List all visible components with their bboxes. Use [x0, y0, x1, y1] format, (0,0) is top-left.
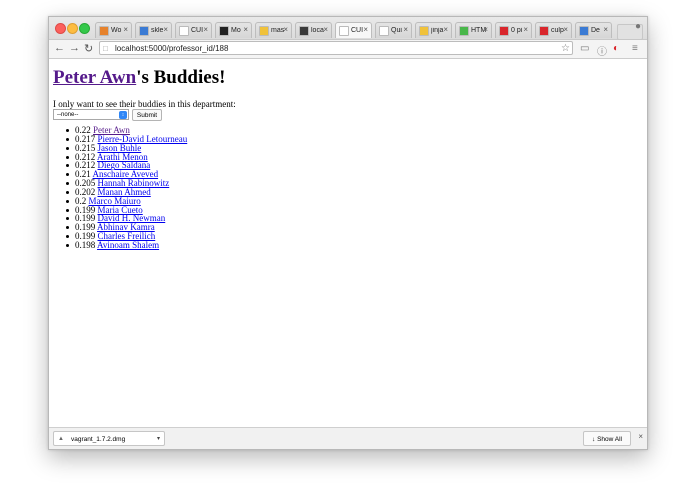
- select-arrows-icon: ↕: [119, 111, 127, 119]
- close-window-button[interactable]: [55, 23, 66, 34]
- browser-tab[interactable]: Wo ×: [95, 22, 132, 38]
- tab-close-icon[interactable]: ×: [563, 25, 568, 34]
- star-icon[interactable]: ☆: [561, 43, 570, 54]
- title-suffix: 's Buddies!: [136, 67, 226, 88]
- tab-favicon-icon: [579, 25, 589, 36]
- tab-close-icon[interactable]: ×: [163, 25, 168, 34]
- tab-favicon-icon: [99, 25, 109, 36]
- tab-favicon-icon: [219, 25, 229, 36]
- browser-tab[interactable]: loca ×: [295, 22, 332, 38]
- browser-tab[interactable]: 0 pi ×: [495, 22, 532, 38]
- forward-arrow-icon[interactable]: →: [69, 42, 80, 54]
- page-icon: □: [103, 44, 108, 53]
- tab-close-icon[interactable]: ×: [603, 25, 608, 34]
- browser-tab[interactable]: mas ×: [255, 22, 292, 38]
- tab-close-icon[interactable]: ×: [123, 25, 128, 34]
- tab-favicon-icon: [339, 25, 349, 36]
- tab-favicon-icon: [419, 25, 429, 36]
- tab-favicon-icon: [379, 25, 389, 36]
- tab-close-icon[interactable]: ×: [443, 25, 448, 34]
- url-text: localhost:5000/professor_id/188: [115, 44, 229, 53]
- browser-tab[interactable]: CUI ×: [175, 22, 212, 38]
- extension-icon[interactable]: ◐: [613, 43, 619, 54]
- tab-favicon-icon: [259, 25, 269, 36]
- browser-tab[interactable]: jinja ×: [415, 22, 452, 38]
- show-all-button[interactable]: ↓ Show All: [583, 431, 631, 446]
- browser-tab[interactable]: Mo ×: [215, 22, 252, 38]
- browser-window: Wo × skle × CUI × Mo × mas × loca × CUI × Qui × jinja × HT…: [48, 16, 648, 450]
- browser-tab[interactable]: Qui ×: [375, 22, 412, 38]
- tab-close-icon[interactable]: ×: [523, 25, 528, 34]
- reload-icon[interactable]: ↻: [84, 42, 93, 55]
- tab-favicon-icon: [179, 25, 189, 36]
- tab-favicon-icon: [299, 25, 309, 36]
- tab-strip: Wo × skle × CUI × Mo × mas × loca × CUI × Qui × jinja × HT…: [49, 17, 647, 40]
- user-icon[interactable]: ●: [635, 21, 641, 32]
- tab-favicon-icon: [499, 25, 509, 36]
- browser-tab[interactable]: CUI ×: [335, 22, 372, 38]
- download-shelf: ▲ vagrant_1.7.2.dmg ▾ ↓ Show All ×: [49, 427, 647, 449]
- tab-close-icon[interactable]: ×: [203, 25, 208, 34]
- back-arrow-icon[interactable]: ←: [54, 42, 65, 54]
- download-item[interactable]: ▲ vagrant_1.7.2.dmg ▾: [53, 431, 165, 446]
- cast-icon[interactable]: ▭: [580, 43, 589, 54]
- browser-tab[interactable]: skle ×: [135, 22, 172, 38]
- browser-tab[interactable]: HTM ×: [455, 22, 492, 38]
- page-title: Peter Awn's Buddies!: [53, 67, 225, 89]
- tab-favicon-icon: [459, 25, 469, 36]
- file-icon: ▲: [58, 436, 64, 442]
- toolbar: ← → ↻ □ localhost:5000/professor_id/188 …: [49, 40, 647, 59]
- list-item: 0.198 Avinoam Shalem: [65, 239, 187, 250]
- address-bar[interactable]: □ localhost:5000/professor_id/188: [99, 41, 573, 55]
- professor-link[interactable]: Peter Awn: [53, 67, 136, 88]
- filter-instructions: I only want to see their buddies in this…: [53, 99, 236, 109]
- tab-close-icon[interactable]: ×: [363, 25, 368, 34]
- tab-close-icon[interactable]: ×: [483, 25, 488, 34]
- show-all-label: Show All: [597, 436, 622, 443]
- buddies-list: 0.22 Peter Awn 0.217 Pierre-David Letourn…: [65, 126, 187, 250]
- buddy-link[interactable]: Avinoam Shalem: [97, 240, 159, 250]
- browser-tab[interactable]: culp ×: [535, 22, 572, 38]
- tabs: Wo × skle × CUI × Mo × mas × loca × CUI × Qui × jinja × HT…: [95, 22, 643, 40]
- minimize-window-button[interactable]: [67, 23, 78, 34]
- department-select-value: --none--: [57, 112, 79, 118]
- tab-close-icon[interactable]: ×: [403, 25, 408, 34]
- hamburger-menu-icon[interactable]: ≡: [632, 43, 638, 54]
- buddy-score: 0.198: [75, 239, 96, 250]
- browser-tab[interactable]: De ×: [575, 22, 612, 38]
- info-icon[interactable]: ⓘ: [597, 43, 607, 58]
- tab-favicon-icon: [539, 25, 549, 36]
- tab-favicon-icon: [139, 25, 149, 36]
- tab-close-icon[interactable]: ×: [283, 25, 288, 34]
- zoom-window-button[interactable]: [79, 23, 90, 34]
- close-icon[interactable]: ×: [638, 432, 643, 441]
- submit-button[interactable]: Submit: [132, 109, 162, 121]
- department-select[interactable]: --none-- ↕: [53, 109, 129, 120]
- tab-close-icon[interactable]: ×: [243, 25, 248, 34]
- page-content: Peter Awn's Buddies! I only want to see …: [49, 59, 647, 427]
- chevron-down-icon[interactable]: ▾: [157, 432, 160, 447]
- tab-close-icon[interactable]: ×: [323, 25, 328, 34]
- download-filename: vagrant_1.7.2.dmg: [71, 436, 126, 443]
